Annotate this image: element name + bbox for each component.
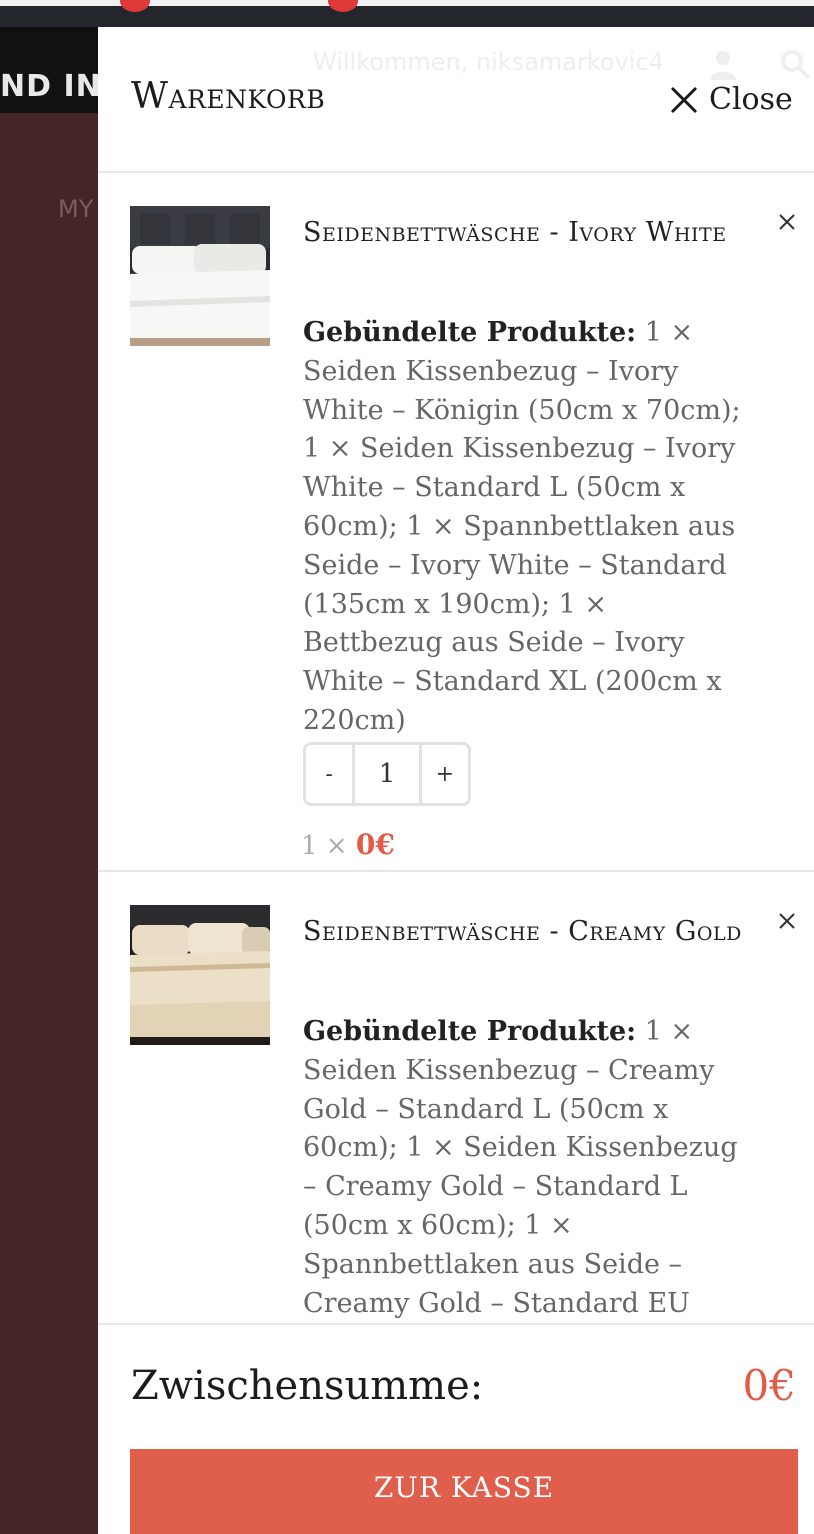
product-thumbnail[interactable] xyxy=(130,905,270,1045)
browser-top-bar xyxy=(0,0,814,27)
product-thumbnail[interactable] xyxy=(130,206,270,346)
welcome-text: Willkommen, niksamarkovic4 xyxy=(313,48,664,76)
search-icon xyxy=(781,50,811,80)
checkout-button[interactable]: ZUR KASSE xyxy=(130,1449,798,1534)
close-icon xyxy=(670,86,698,113)
cart-drawer: Willkommen, niksamarkovic4 Warenkorb Clo… xyxy=(98,27,814,1534)
divider xyxy=(98,870,814,872)
user-icon xyxy=(710,51,736,80)
notification-dot xyxy=(120,0,150,12)
bundle-text: 1 × Seiden Kissenbezug – Ivory White – K… xyxy=(303,317,741,736)
price-quantity: 1 × xyxy=(301,831,348,861)
remove-item-icon[interactable] xyxy=(776,211,798,233)
close-label: Close xyxy=(709,82,793,117)
bundle-text: 1 × Seiden Kissenbezug – Creamy Gold – S… xyxy=(303,1016,738,1357)
bundle-label: Gebündelte Produkte: xyxy=(303,317,637,348)
product-name[interactable]: Seidenbettwäsche - Creamy Gold xyxy=(303,909,743,954)
notification-dot xyxy=(328,0,358,12)
quantity-decrease-button[interactable]: - xyxy=(306,745,352,803)
divider xyxy=(98,171,814,173)
item-price: 1 × 0€ xyxy=(301,828,395,861)
bundle-description: Gebündelte Produkte: 1 × Seiden Kissenbe… xyxy=(303,314,753,741)
bundle-description: Gebündelte Produkte: 1 × Seiden Kissenbe… xyxy=(303,1013,753,1362)
cart-title: Warenkorb xyxy=(131,76,326,117)
cart-footer: Zwischensumme: 0€ ZUR KASSE xyxy=(98,1323,814,1534)
remove-item-icon[interactable] xyxy=(776,910,798,932)
product-name[interactable]: Seidenbettwäsche - Ivory White xyxy=(303,210,743,255)
quantity-input[interactable]: 1 xyxy=(352,745,422,803)
quantity-stepper: - 1 + xyxy=(303,742,471,806)
price-amount: 0€ xyxy=(355,828,395,861)
close-button[interactable]: Close xyxy=(669,82,793,117)
subtotal-label: Zwischensumme: xyxy=(131,1363,484,1409)
subtotal-amount: 0€ xyxy=(742,1361,796,1410)
quantity-increase-button[interactable]: + xyxy=(422,745,468,803)
site-brand-fragment: ND IN xyxy=(0,69,102,104)
site-nav-fragment: MY xyxy=(58,195,94,223)
bundle-label: Gebündelte Produkte: xyxy=(303,1016,637,1047)
